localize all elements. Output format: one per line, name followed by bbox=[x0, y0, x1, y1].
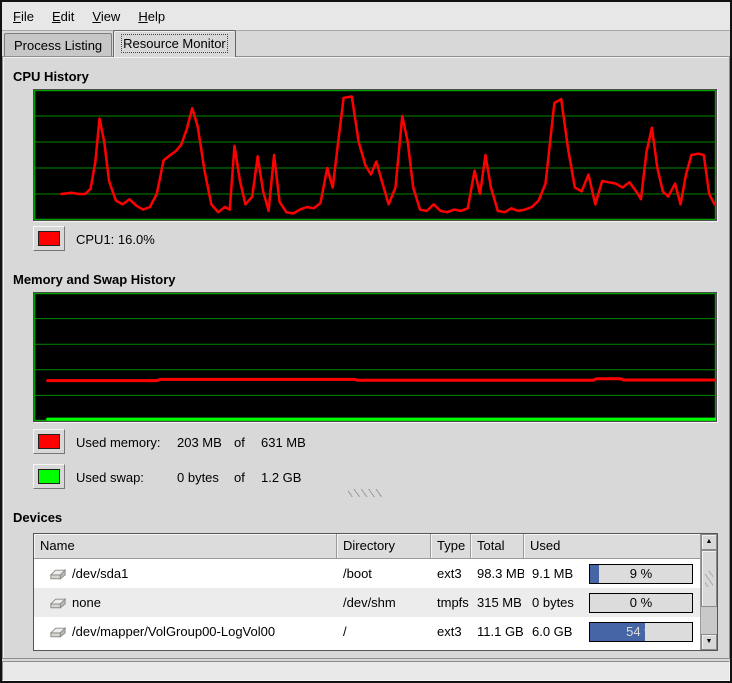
device-used: 0 bytes bbox=[532, 595, 574, 610]
memory-swap-history-title: Memory and Swap History bbox=[13, 272, 176, 287]
used-swap-of: of bbox=[234, 470, 261, 485]
device-name: /dev/mapper/VolGroup00-LogVol00 bbox=[72, 624, 275, 639]
scroll-down-icon: ▼ bbox=[706, 638, 713, 645]
devices-table-main: Name Directory Type Total Used /dev/sda1… bbox=[34, 534, 700, 650]
device-directory: /boot bbox=[337, 566, 431, 581]
used-swap-color-swatch-button[interactable] bbox=[33, 464, 65, 489]
table-row[interactable]: /dev/sda1 /boot ext3 98.3 MB 9.1 MB 9 % bbox=[34, 559, 700, 588]
device-used: 9.1 MB bbox=[532, 566, 573, 581]
usage-progress-bar: 54 % bbox=[589, 622, 693, 642]
pane-resize-handle[interactable] bbox=[348, 489, 382, 497]
tab-strip: Process Listing Resource Monitor bbox=[2, 31, 730, 57]
device-type: tmpfs bbox=[431, 595, 471, 610]
used-memory-color-swatch-button[interactable] bbox=[33, 429, 65, 454]
table-row[interactable]: /dev/mapper/VolGroup00-LogVol00 / ext3 1… bbox=[34, 617, 700, 646]
device-name: none bbox=[72, 595, 101, 610]
menu-bar: File Edit View Help bbox=[2, 2, 730, 31]
device-name: /dev/sda1 bbox=[72, 566, 128, 581]
cpu1-color-fill bbox=[38, 231, 60, 246]
column-header-total[interactable]: Total bbox=[471, 534, 524, 559]
menu-help[interactable]: Help bbox=[131, 4, 176, 29]
device-type: ext3 bbox=[431, 566, 471, 581]
system-monitor-window: File Edit View Help Process Listing Reso… bbox=[0, 0, 732, 683]
usage-progress-bar: 0 % bbox=[589, 593, 693, 613]
devices-table: Name Directory Type Total Used /dev/sda1… bbox=[33, 533, 718, 651]
column-header-name[interactable]: Name bbox=[34, 534, 337, 559]
device-total: 315 MB bbox=[471, 595, 524, 610]
menu-edit[interactable]: Edit bbox=[45, 4, 85, 29]
scroll-up-button[interactable]: ▲ bbox=[701, 534, 717, 550]
memory-total-value: 631 MB bbox=[261, 435, 306, 450]
disk-icon bbox=[48, 567, 67, 581]
devices-title: Devices bbox=[13, 510, 62, 525]
used-memory-label: Used memory: bbox=[76, 435, 177, 450]
table-empty-area bbox=[34, 646, 700, 650]
used-memory-legend: Used memory: 203 MB of 631 MB bbox=[76, 435, 306, 450]
device-total: 11.1 GB bbox=[471, 624, 524, 639]
used-swap-value: 0 bytes bbox=[177, 470, 234, 485]
devices-table-header: Name Directory Type Total Used bbox=[34, 534, 700, 559]
cpu-history-graph bbox=[33, 89, 717, 221]
tab-resource-monitor[interactable]: Resource Monitor bbox=[113, 30, 236, 57]
used-swap-legend: Used swap: 0 bytes of 1.2 GB bbox=[76, 470, 301, 485]
vertical-scrollbar[interactable]: ▲ ▼ bbox=[700, 534, 717, 650]
scroll-down-button[interactable]: ▼ bbox=[701, 634, 717, 650]
column-header-directory[interactable]: Directory bbox=[337, 534, 431, 559]
memory-swap-history-graph bbox=[33, 292, 717, 422]
column-header-used[interactable]: Used bbox=[524, 534, 700, 559]
cpu1-color-swatch-button[interactable] bbox=[33, 226, 65, 251]
used-swap-color-fill bbox=[38, 469, 60, 484]
scrollbar-trough[interactable] bbox=[701, 607, 717, 634]
tab-process-listing[interactable]: Process Listing bbox=[4, 33, 112, 57]
menu-file[interactable]: File bbox=[6, 4, 45, 29]
used-memory-color-fill bbox=[38, 434, 60, 449]
column-header-type[interactable]: Type bbox=[431, 534, 471, 559]
device-type: ext3 bbox=[431, 624, 471, 639]
device-used: 6.0 GB bbox=[532, 624, 572, 639]
scrollbar-thumb[interactable] bbox=[701, 550, 717, 607]
usage-percent-label: 9 % bbox=[590, 565, 692, 583]
cpu-history-title: CPU History bbox=[13, 69, 89, 84]
usage-percent-label: 54 % bbox=[590, 623, 692, 641]
disk-icon bbox=[48, 625, 67, 639]
swap-total-value: 1.2 GB bbox=[261, 470, 301, 485]
used-memory-value: 203 MB bbox=[177, 435, 234, 450]
cpu1-legend-label: CPU1: 16.0% bbox=[76, 232, 155, 247]
device-total: 98.3 MB bbox=[471, 566, 524, 581]
scroll-up-icon: ▲ bbox=[706, 538, 713, 545]
used-memory-of: of bbox=[234, 435, 261, 450]
status-bar bbox=[2, 661, 730, 681]
device-directory: /dev/shm bbox=[337, 595, 431, 610]
usage-percent-label: 0 % bbox=[590, 594, 692, 612]
device-directory: / bbox=[337, 624, 431, 639]
used-swap-label: Used swap: bbox=[76, 470, 177, 485]
disk-icon bbox=[48, 596, 67, 610]
menu-view[interactable]: View bbox=[85, 4, 131, 29]
usage-progress-bar: 9 % bbox=[589, 564, 693, 584]
table-row[interactable]: none /dev/shm tmpfs 315 MB 0 bytes 0 % bbox=[34, 588, 700, 617]
